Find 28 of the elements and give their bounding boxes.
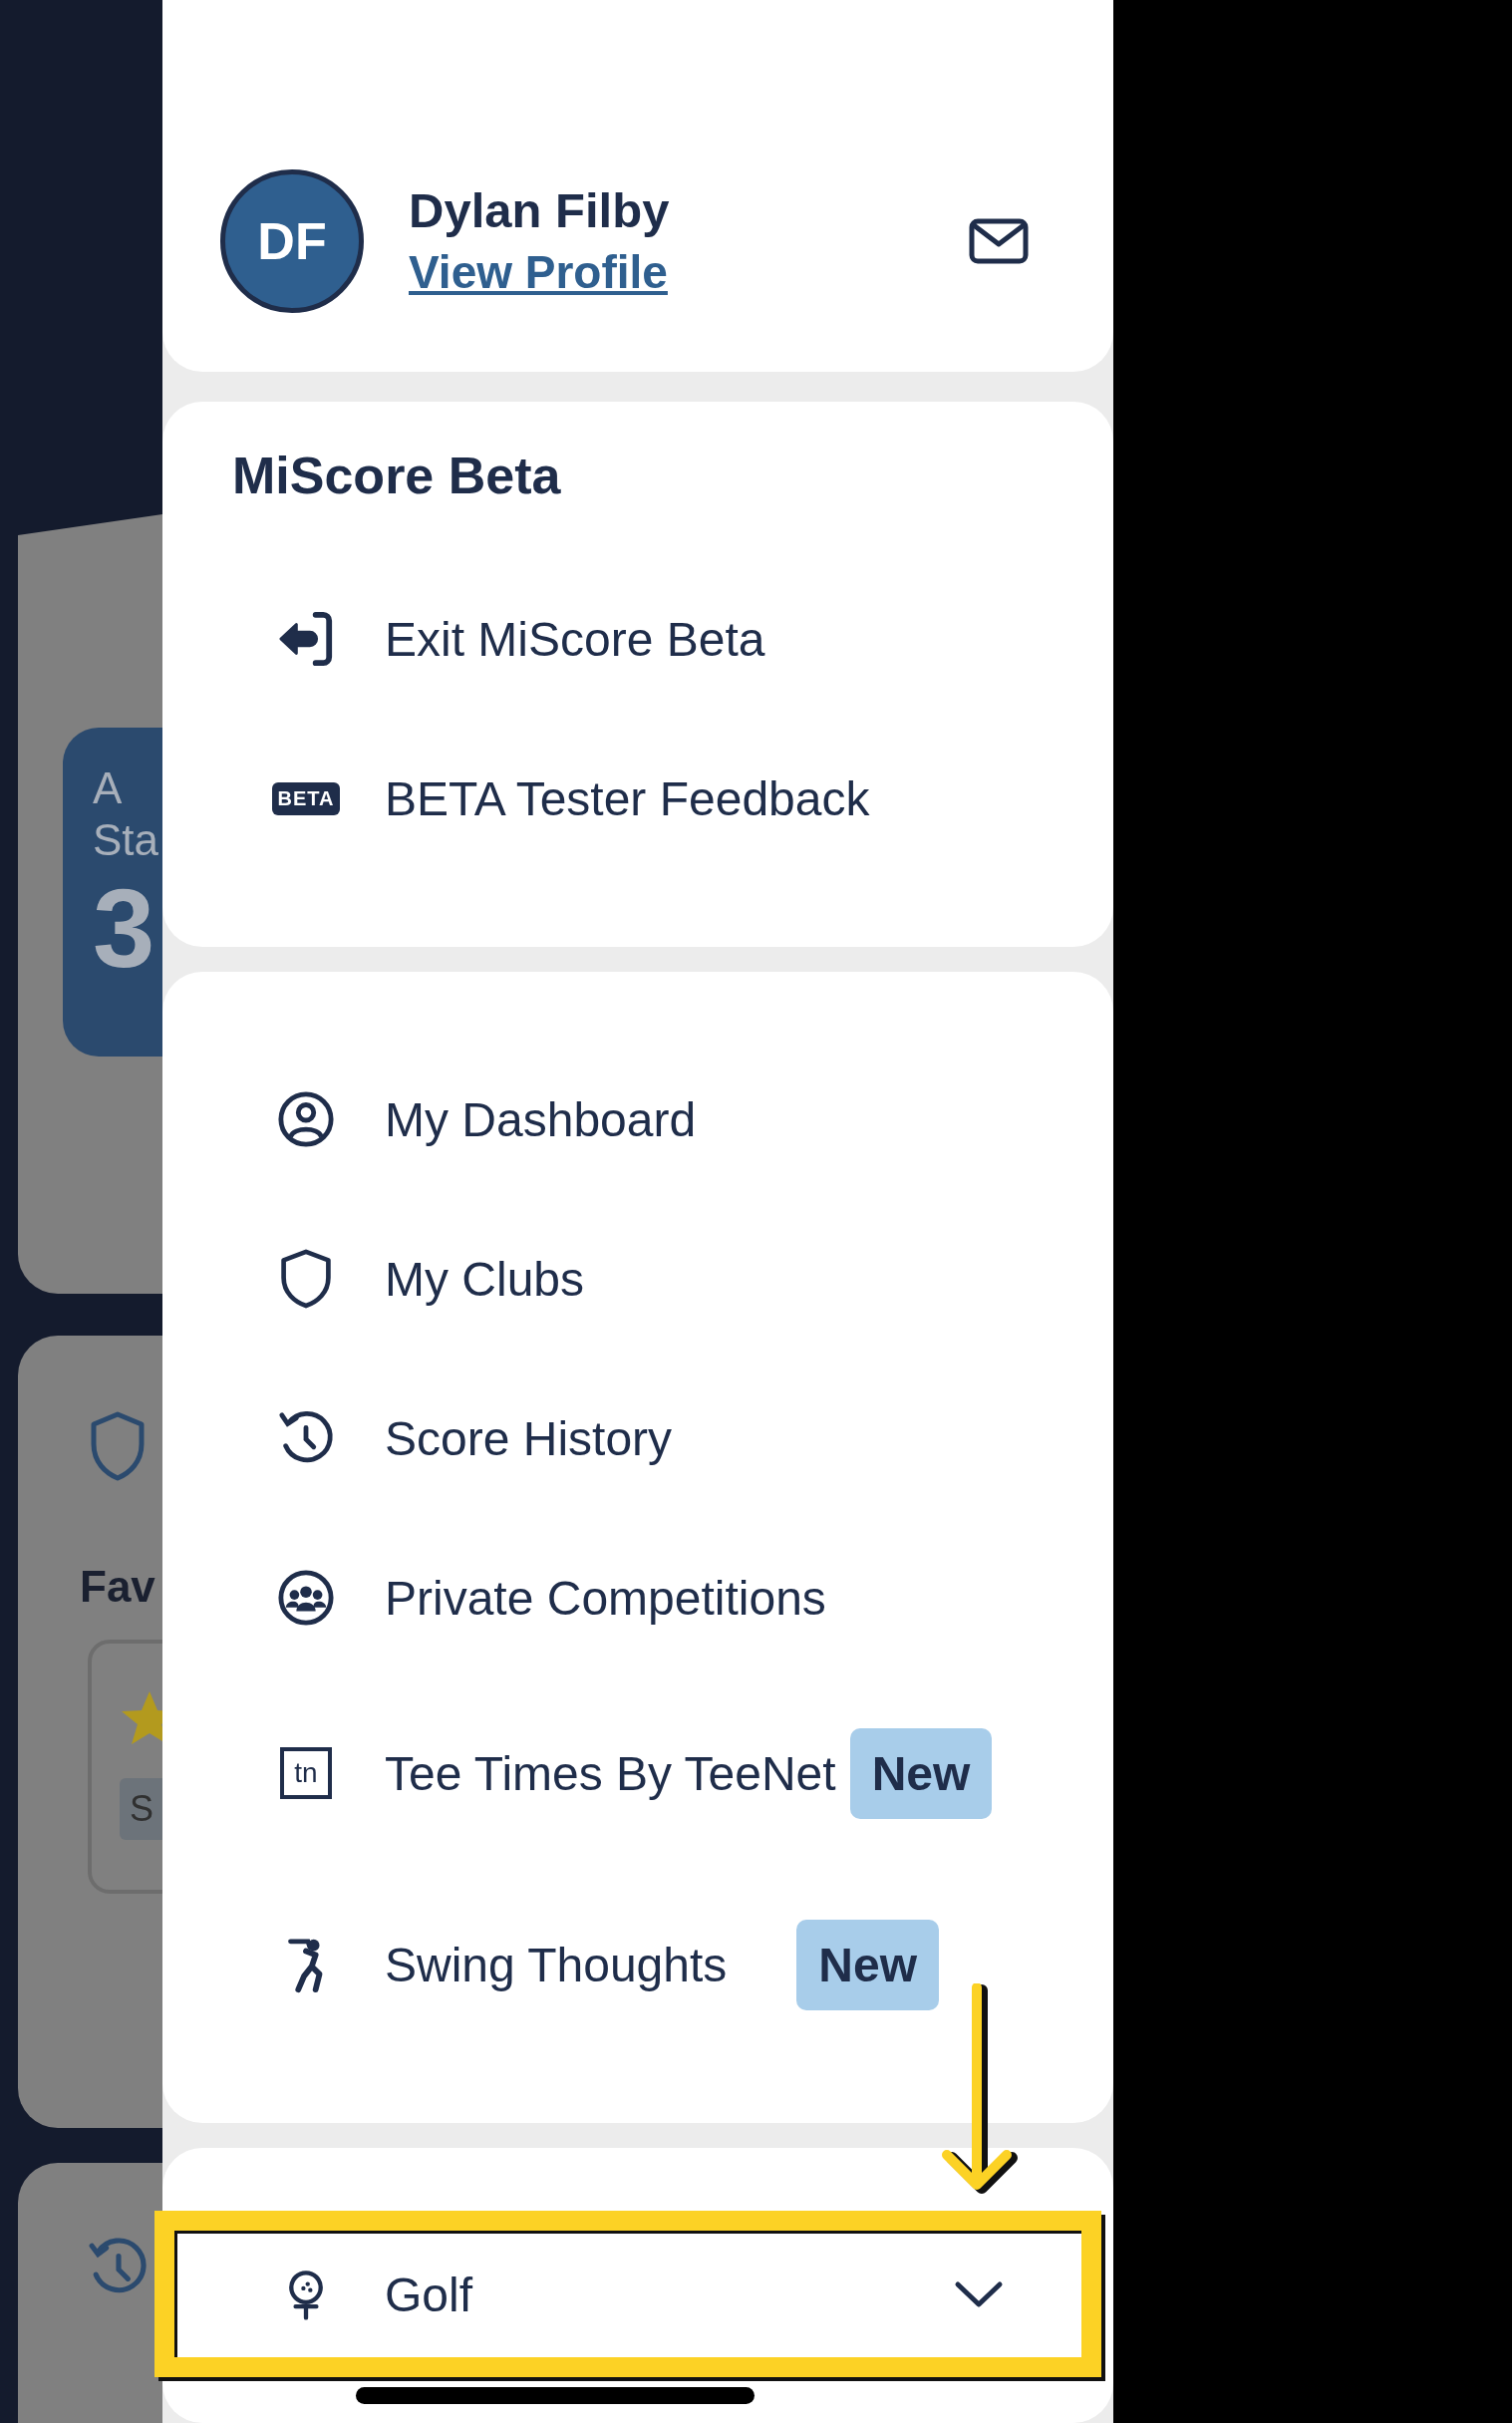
section-title: MiScore Beta [232,446,562,506]
user-name: Dylan Filby [409,181,671,239]
menu-item[interactable]: Private Competitions [162,1518,1113,1677]
user-circle-icon [277,1090,335,1148]
menu-item[interactable]: tn Tee Times By TeeNet New [162,1677,1113,1869]
menu-item[interactable]: Swing Thoughts New [162,1869,1113,2060]
menu-item[interactable]: Exit MiScore Beta [162,559,1113,719]
new-badge: New [849,1727,993,1819]
menu-item[interactable]: My Clubs [162,1199,1113,1359]
menu-item[interactable]: Score History [162,1359,1113,1518]
tag: S [120,1778,162,1840]
view-profile-link[interactable]: View Profile [409,240,668,303]
shield-icon [278,1248,334,1310]
stat-value: 3 [93,874,156,984]
section-title: Fav [80,1562,155,1612]
exit-icon [277,610,335,668]
beta-icon: BETA [271,781,341,815]
mail-icon[interactable] [969,217,1029,264]
chevron-icon [954,2279,1004,2309]
menu-item[interactable]: BETA BETA Tester Feedback [162,719,1113,878]
menu-item[interactable]: My Dashboard [162,1040,1113,1199]
stat-label: Sta [93,814,160,866]
sport-selector[interactable]: Golf [162,2215,1113,2374]
group-icon [277,1569,335,1627]
new-badge: New [796,1919,940,2010]
tn-icon: tn [280,1747,332,1799]
avatar[interactable]: DF [220,168,364,313]
stat-label: A [93,762,124,814]
